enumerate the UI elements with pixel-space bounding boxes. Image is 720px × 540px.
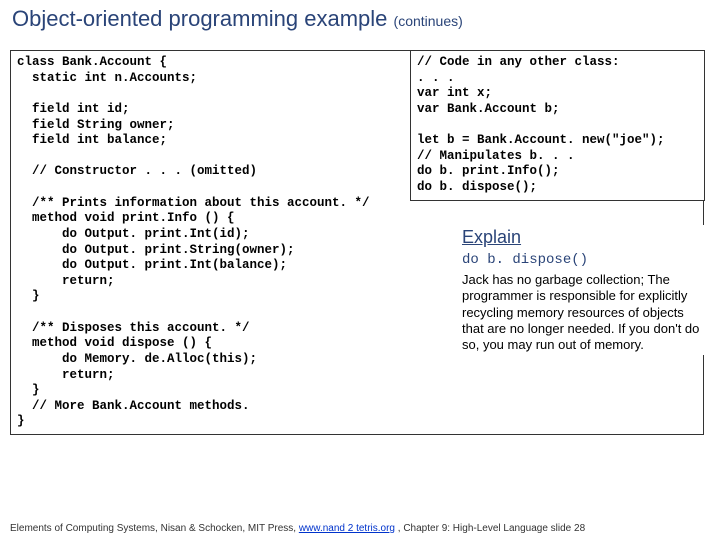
footer-link[interactable]: www.nand 2 tetris.org <box>299 523 395 534</box>
slide-title: Object-oriented programming example (con… <box>0 0 720 34</box>
code-block-right: // Code in any other class: . . . var in… <box>410 50 705 201</box>
explain-box: Explain do b. dispose() Jack has no garb… <box>460 225 709 355</box>
explain-title: Explain <box>462 227 707 248</box>
continues-text: (continues) <box>394 13 463 29</box>
footer-suffix: , Chapter 9: High-Level Language slide 2… <box>395 523 585 534</box>
explain-text: Jack has no garbage collection; The prog… <box>462 272 707 353</box>
footer: Elements of Computing Systems, Nisan & S… <box>10 523 585 534</box>
explain-code: do b. dispose() <box>462 252 707 268</box>
title-text: Object-oriented programming example <box>12 6 387 31</box>
footer-prefix: Elements of Computing Systems, Nisan & S… <box>10 523 299 534</box>
